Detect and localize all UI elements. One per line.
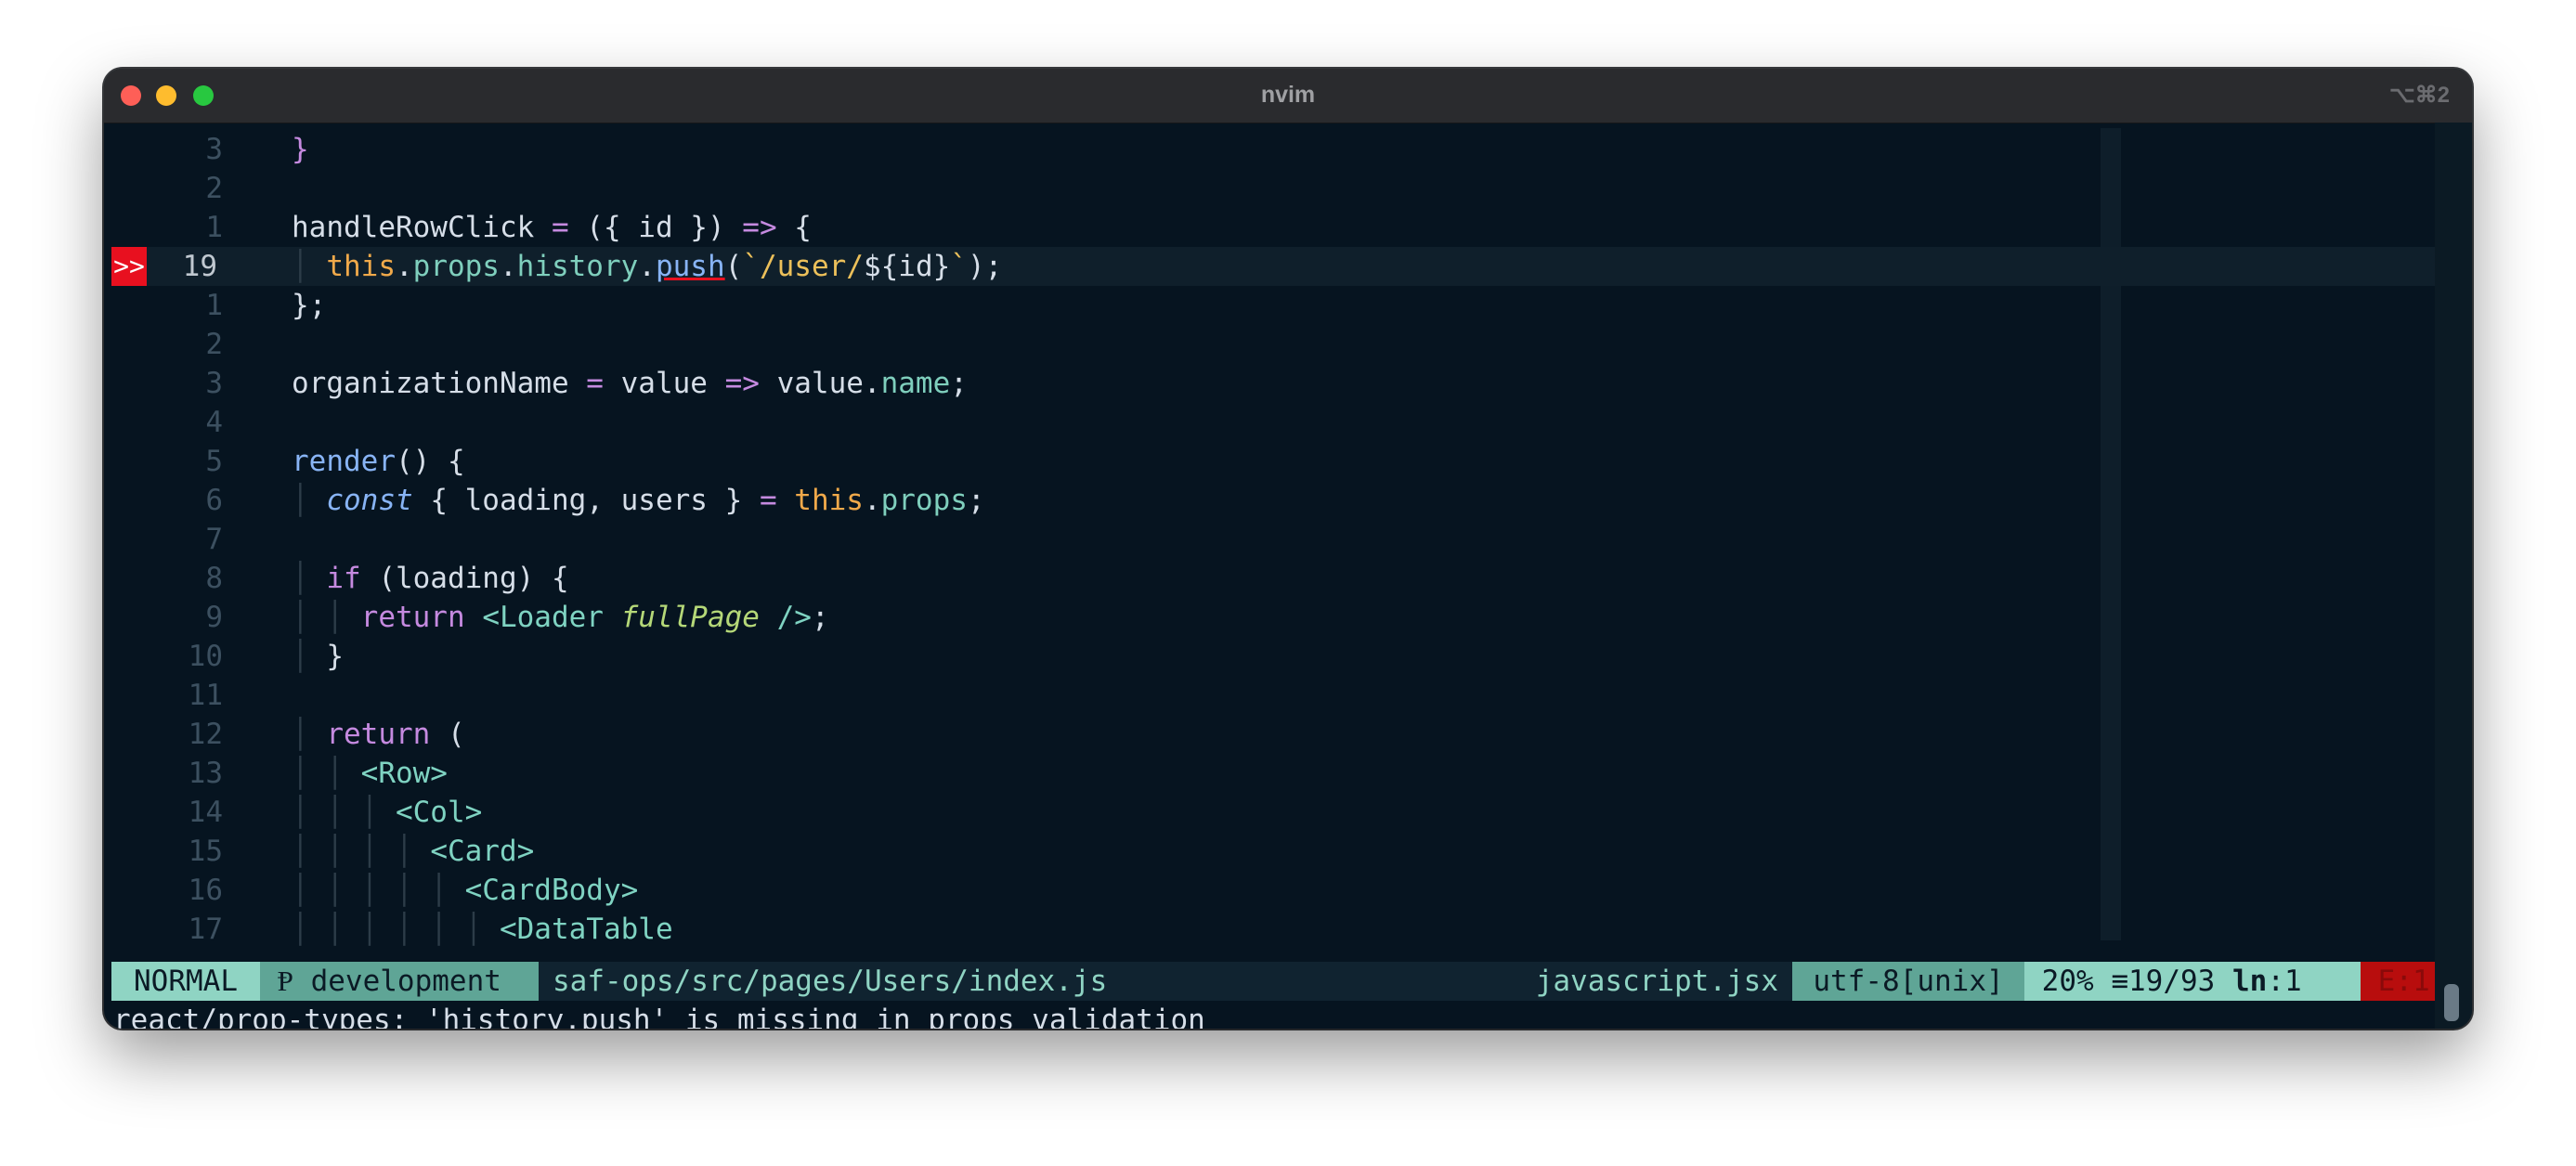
window-title: nvim [1260,82,1316,108]
code-line[interactable]: 3 organizationName = value => value.name; [111,364,2435,403]
code-line[interactable]: 13 │ │ <Row> [111,754,2435,793]
title-bar: nvim ⌥⌘2 [104,69,2472,123]
code-text: │ const { loading, users } = this.props; [292,484,985,517]
window-shortcut: ⌥⌘2 [2388,83,2450,108]
file-encoding: utf-8[unix] [1792,962,2024,1001]
cursor-position: 20% ≡19/93 ln:1 [2024,962,2361,1001]
code-line[interactable]: 16 │ │ │ │ │ <CardBody> [111,871,2435,910]
git-branch-name: development [310,965,501,998]
code-line[interactable]: 1}; [111,286,2435,325]
code-line[interactable]: 15 │ │ │ │ <Card> [111,832,2435,871]
code-text: }; [292,289,327,322]
line-number: 7 [205,523,223,556]
code-line[interactable]: 5 render() { [111,442,2435,481]
code-text: │ │ return <Loader fullPage />; [292,601,829,634]
code-editor[interactable]: 3} 2 1 handleRowClick = ({ id }) => {>> 19 │ … [104,123,2435,1016]
line-number: 15 [188,835,223,868]
git-branch: Ᵽ development [260,962,539,1001]
line-number: 14 [188,796,223,829]
code-line[interactable]: 6 │ const { loading, users } = this.props… [111,481,2435,520]
code-text: } [292,133,309,166]
line-position: 19/93 [2128,965,2216,998]
line-number: 3 [205,367,223,400]
code-line[interactable]: 1 handleRowClick = ({ id }) => { [111,208,2435,247]
line-number: 3 [205,133,223,166]
code-text: │ this.props.history.push(`/user/${id}`)… [292,250,1003,283]
code-text: organizationName = value => value.name; [292,367,968,400]
line-number: 1 [205,211,223,244]
line-number: 10 [188,640,223,673]
code-line[interactable]: 3} [111,130,2435,169]
line-number: 2 [205,172,223,205]
nvim-window: nvim ⌥⌘2 3} 2 1 handleRowClick = ({ id }) =… [104,69,2472,1029]
line-icon: ≡ [2111,965,2129,998]
line-number: 9 [205,601,223,634]
column-position: :1 [2267,965,2302,998]
code-text: │ if (loading) { [292,562,569,595]
column-label: ln [2232,965,2268,998]
code-text: │ │ │ <Col> [292,796,483,829]
line-number: 4 [205,406,223,439]
code-line[interactable]: 4 [111,403,2435,442]
line-number: 17 [188,913,223,946]
code-text: handleRowClick = ({ id }) => { [292,211,812,244]
code-line[interactable]: 2 [111,325,2435,364]
line-number: 19 [182,250,217,283]
code-line[interactable]: 7 [111,520,2435,559]
code-text: │ │ │ │ │ <CardBody> [292,874,639,907]
code-line[interactable]: 10 │ } [111,637,2435,676]
code-line[interactable]: 14 │ │ │ <Col> [111,793,2435,832]
code-text: │ │ <Row> [292,757,448,790]
file-path: saf-ops/src/pages/Users/index.js [553,965,1108,998]
code-line-current[interactable]: >> 19 │ this.props.history.push(`/user/${i… [111,247,2435,286]
scrollbar-thumb[interactable] [2444,984,2459,1021]
line-number: 8 [205,562,223,595]
code-line[interactable]: 11 [111,676,2435,715]
line-number: 1 [205,289,223,322]
code-line[interactable]: 8 │ if (loading) { [111,559,2435,598]
line-number: 6 [205,484,223,517]
code-line[interactable]: 17 │ │ │ │ │ │ <DataTable [111,910,2435,949]
scrollbar[interactable] [2435,123,2472,1029]
line-number: 16 [188,874,223,907]
line-number: 2 [205,328,223,361]
git-branch-icon: Ᵽ [277,965,293,998]
code-text: │ } [292,640,344,673]
message-line: react/prop-types: 'history.push' is miss… [113,1004,1205,1029]
code-text: render() { [292,445,465,478]
mode-indicator: NORMAL [111,962,260,1001]
file-type: javascript.jsx [1535,965,1778,998]
line-number: 12 [188,718,223,751]
code-line[interactable]: 9 │ │ return <Loader fullPage />; [111,598,2435,637]
code-text: │ │ │ │ │ │ <DataTable [292,913,673,946]
line-number: 13 [188,757,223,790]
code-text: │ │ │ │ <Card> [292,835,535,868]
line-number: 5 [205,445,223,478]
scroll-percent: 20% [2041,965,2094,998]
line-number: 11 [188,679,223,712]
code-text: │ return ( [292,718,465,751]
code-line[interactable]: 2 [111,169,2435,208]
status-line: NORMAL Ᵽ development saf-ops/src/pages/U… [111,962,2472,1001]
code-line[interactable]: 12 │ return ( [111,715,2435,754]
